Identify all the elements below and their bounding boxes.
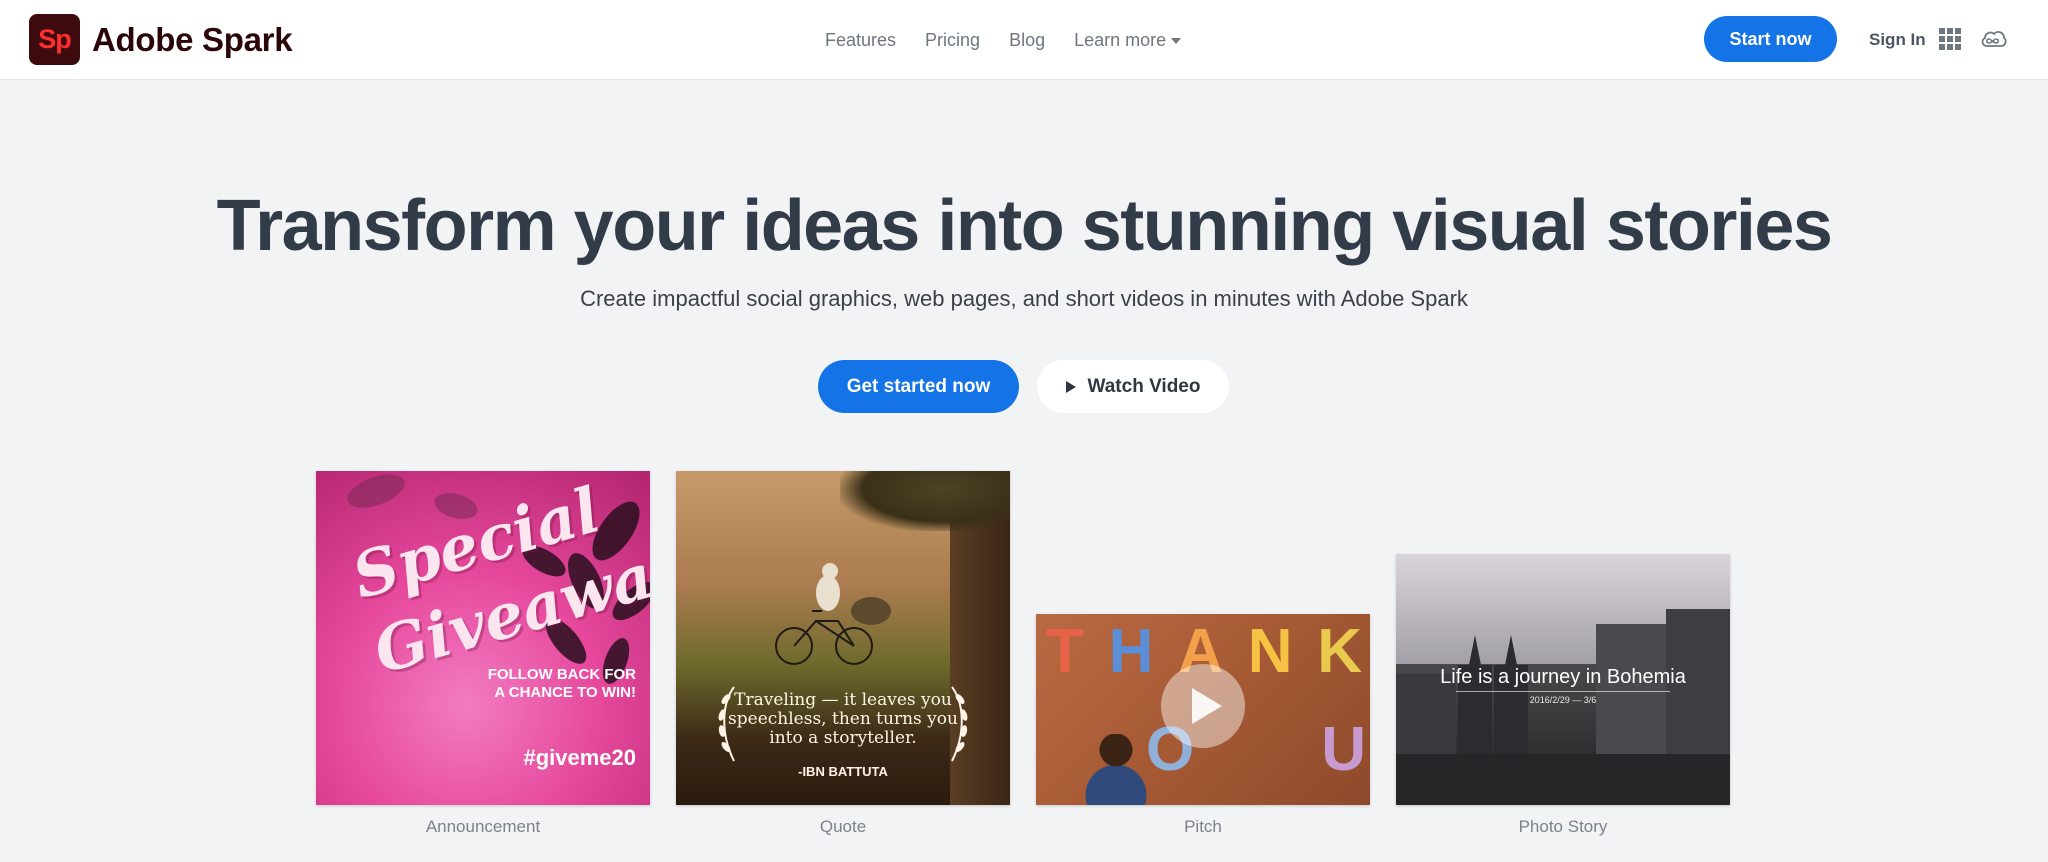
pitch-thumbnail[interactable]: T H A N K O U: [1036, 614, 1370, 805]
hashtag-text: #giveme20: [523, 745, 636, 770]
nav-features[interactable]: Features: [825, 22, 896, 58]
top-navigation-bar: Sp Adobe Spark Features Pricing Blog Lea…: [0, 0, 2048, 80]
hero-subtitle: Create impactful social graphics, web pa…: [580, 286, 1468, 311]
title-underline: [1456, 691, 1670, 692]
template-card-quote[interactable]: Traveling — it leaves you speechless, th…: [676, 471, 1010, 836]
get-started-button[interactable]: Get started now: [818, 360, 1019, 413]
quote-author: -IBN BATTUTA: [798, 764, 888, 779]
play-icon: [1065, 380, 1076, 393]
nav-learn-more[interactable]: Learn more: [1074, 22, 1182, 58]
template-card-photo-story[interactable]: Life is a journey in Bohemia 2016/2/29 —…: [1396, 554, 1730, 836]
quote-text: Traveling — it leaves you speechless, th…: [728, 690, 958, 748]
card-label-photo-story: Photo Story: [1518, 817, 1608, 836]
brand-name[interactable]: Adobe Spark: [92, 18, 293, 62]
nav-learn-more-label: Learn more: [1074, 30, 1167, 50]
nav-pricing[interactable]: Pricing: [925, 22, 980, 58]
child-figure: [1081, 734, 1151, 805]
quote-thumbnail[interactable]: Traveling — it leaves you speechless, th…: [676, 471, 1010, 805]
cyclist-icon: [775, 563, 891, 665]
photo-story-title: Life is a journey in Bohemia: [1440, 666, 1686, 688]
photo-story-date: 2016/2/29 — 3/6: [1529, 695, 1597, 705]
card-label-pitch: Pitch: [1184, 817, 1222, 836]
apps-grid-icon[interactable]: [1939, 28, 1961, 50]
start-now-button[interactable]: Start now: [1704, 16, 1837, 62]
template-card-announcement[interactable]: Special Giveaway FOLLOW BACK FOR A CHANC…: [316, 471, 650, 836]
card-label-quote: Quote: [819, 817, 867, 836]
watch-video-button[interactable]: Watch Video: [1037, 360, 1229, 413]
main-nav: Features Pricing Blog Learn more: [825, 22, 1182, 58]
sign-in-link[interactable]: Sign In: [1869, 22, 1926, 58]
chevron-down-icon: [1171, 38, 1182, 45]
photo-story-thumbnail[interactable]: Life is a journey in Bohemia 2016/2/29 —…: [1396, 554, 1730, 805]
announcement-thumbnail[interactable]: Special Giveaway FOLLOW BACK FOR A CHANC…: [316, 471, 650, 805]
nav-blog[interactable]: Blog: [1009, 22, 1045, 58]
card-label-announcement: Announcement: [425, 817, 541, 836]
adobe-spark-logo-icon[interactable]: Sp: [29, 14, 80, 65]
follow-back-text: FOLLOW BACK FOR A CHANCE TO WIN!: [487, 666, 636, 701]
video-play-icon[interactable]: [1161, 664, 1245, 748]
hero-title: Transform your ideas into stunning visua…: [216, 186, 1833, 266]
template-card-pitch[interactable]: T H A N K O U Pitch: [1036, 614, 1370, 836]
watch-video-label: Watch Video: [1087, 375, 1201, 397]
creative-cloud-icon[interactable]: [1978, 24, 2008, 54]
